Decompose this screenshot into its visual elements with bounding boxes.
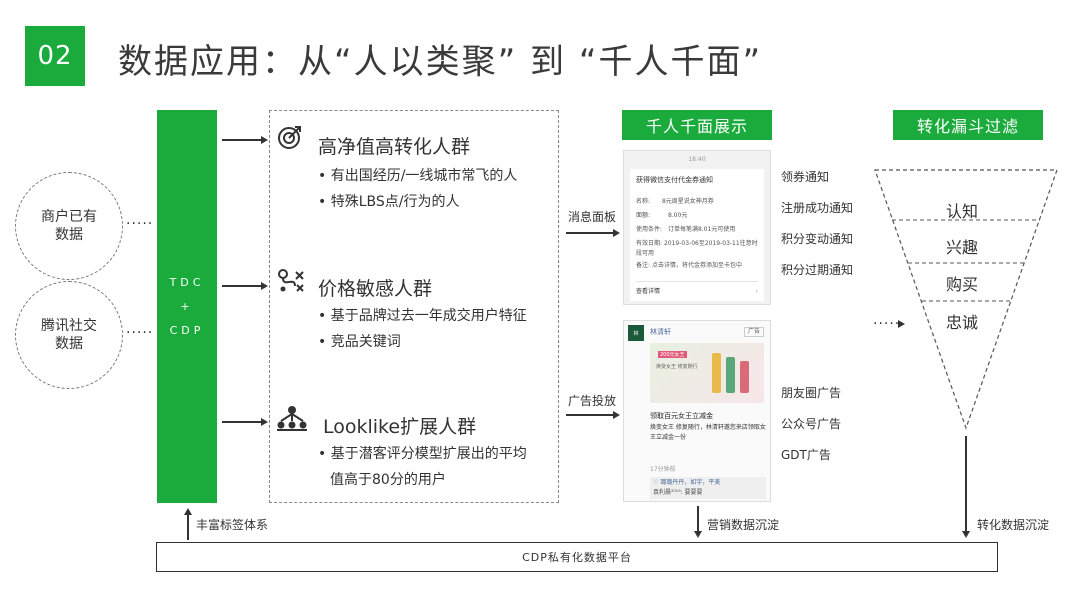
product-bottle-image <box>740 361 749 393</box>
cdp-platform-bar: CDP私有化数据平台 <box>156 542 998 572</box>
notice-row-value: 8.00元 <box>667 212 688 219</box>
channel-ad-label: 广告投放 <box>568 394 617 408</box>
product-bottle-image <box>712 353 721 393</box>
marketing-connector <box>697 506 699 532</box>
notice-row-key: 面额: <box>636 212 651 219</box>
funnel-stage-4: 忠诚 <box>946 313 979 332</box>
tdc-cdp-bar: TDC + CDP <box>157 110 217 503</box>
funnel-stage-3: 购买 <box>946 275 979 294</box>
arrow-to-ad-panel <box>566 414 614 416</box>
notice-row-1: 名称: 8元周星说女神月券 <box>636 197 714 207</box>
ad-image: 200元女王 焕变女王 修复随行 <box>650 343 764 403</box>
route-icon <box>278 269 304 292</box>
group-1-bullet-2: • 特殊LBS点/行为的人 <box>318 194 460 210</box>
notice-item-2: 注册成功通知 <box>781 201 854 215</box>
source-tencent-data: 腾讯社交数据 <box>15 281 123 389</box>
notice-card: 获得微信支付代金券通知 名称: 8元周星说女神月券 面额: 8.00元 使用条件… <box>630 169 764 301</box>
ad-comments: ♡ 璐璐丹丹，如宇，平美 袁利晨²⁰¹⁹: 要要要 <box>650 477 766 499</box>
notice-row-value: 点击详情，将代金券添加至卡包中 <box>651 262 742 269</box>
ad-item-3: GDT广告 <box>781 448 831 462</box>
group-2-bullet-2: • 竞品关键词 <box>318 334 401 350</box>
conversion-connector <box>965 436 967 532</box>
notice-item-3: 积分变动通知 <box>781 232 854 246</box>
ad-card: 林 林清轩 广告 200元女王 焕变女王 修复随行 领取百元女王立减金 焕变女王… <box>624 321 770 501</box>
funnel-stage-2: 兴趣 <box>946 238 979 257</box>
section-number-badge: 02 <box>25 26 85 86</box>
divider <box>636 281 758 282</box>
arrow-to-group-2 <box>222 285 262 287</box>
notice-row-2: 面额: 8.00元 <box>636 211 687 221</box>
arrowhead-down <box>694 531 702 538</box>
people-network-icon <box>277 406 307 431</box>
notice-time: 18:40 <box>688 156 706 163</box>
tdc-line-1: TDC <box>169 275 205 289</box>
ad-body: 焕变女王 修复随行，林清轩邀您来店领取女王立减金一份 <box>650 424 766 441</box>
notice-item-4: 积分过期通知 <box>781 263 854 277</box>
tags-label: 丰富标签体系 <box>196 518 269 532</box>
arrowhead <box>613 411 620 419</box>
group-2-bullet-1: • 基于品牌过去一年成交用户特征 <box>318 308 527 324</box>
channel-message-label: 消息面板 <box>568 210 617 224</box>
brand-logo: 林 <box>628 325 644 341</box>
group-3-bullet-1: • 基于潜客评分模型扩展出的平均 <box>318 446 527 462</box>
ad-headline: 领取百元女王立减金 <box>650 412 713 420</box>
funnel-label: 转化漏斗过滤 <box>893 110 1043 140</box>
group-2-title: 价格敏感人群 <box>318 278 433 300</box>
ad-likes: ♡ 璐璐丹丹，如宇，平美 <box>653 479 721 486</box>
product-bottle-image <box>726 357 735 393</box>
ad-tag: 广告 <box>743 327 764 337</box>
tdc-line-2: + <box>180 299 194 313</box>
display-label: 千人千面展示 <box>622 110 772 140</box>
marketing-label: 营销数据沉淀 <box>707 518 780 532</box>
page-title: 数据应用：从“人以类聚” 到 “千人千面” <box>118 42 763 82</box>
connector-dots: ····· <box>126 325 154 341</box>
group-1-bullet-1: • 有出国经历/一线城市常飞的人 <box>318 168 518 184</box>
chevron-right-icon: › <box>755 288 758 295</box>
target-icon <box>278 126 301 149</box>
ad-item-1: 朋友圈广告 <box>781 386 842 400</box>
notice-phone-mockup: 18:40 获得微信支付代金券通知 名称: 8元周星说女神月券 面额: 8.00… <box>623 150 771 305</box>
notice-item-1: 领券通知 <box>781 170 830 184</box>
arrow-to-group-1 <box>222 139 262 141</box>
funnel-stage-1: 认知 <box>946 202 979 221</box>
arrowhead <box>261 418 268 426</box>
notice-row-4: 有效日期: 2019-03-06至2019-03-11往意时段可用 <box>636 239 760 259</box>
ad-phone-mockup: 林 林清轩 广告 200元女王 焕变女王 修复随行 领取百元女王立减金 焕变女王… <box>623 320 771 502</box>
arrowhead <box>261 136 268 144</box>
connector-dots: ····· <box>126 216 154 232</box>
ad-image-caption: 焕变女王 修复随行 <box>656 364 698 370</box>
notice-row-key: 备注: <box>636 262 651 269</box>
arrowhead-down <box>962 531 970 538</box>
group-3-title: Looklike扩展人群 <box>323 416 477 438</box>
notice-row-5: 备注: 点击详情，将代金券添加至卡包中 <box>636 261 760 271</box>
source-tencent-label: 腾讯社交数据 <box>41 318 97 352</box>
arrow-to-message-panel <box>566 232 614 234</box>
notice-details-link[interactable]: 查看详情 <box>636 287 660 297</box>
ad-image-badge: 200元女王 <box>658 351 687 358</box>
arrowhead <box>613 229 620 237</box>
notice-row-key: 使用条件: <box>636 226 663 233</box>
tdc-line-3: CDP <box>169 323 205 337</box>
ad-item-2: 公众号广告 <box>781 417 842 431</box>
notice-row-3: 使用条件: 订单每笔满8.01元可使用 <box>636 225 735 235</box>
notice-row-value: 8元周星说女神月券 <box>661 198 714 205</box>
conversion-label: 转化数据沉淀 <box>977 518 1050 532</box>
source-merchant-data: 商户已有数据 <box>15 172 123 280</box>
group-1-title: 高净值高转化人群 <box>318 136 471 158</box>
notice-row-key: 有效日期: <box>636 240 663 247</box>
ad-brand-name: 林清轩 <box>650 328 671 336</box>
ad-time: 17分钟前 <box>650 466 676 473</box>
ad-comment: 袁利晨²⁰¹⁹: 要要要 <box>653 489 703 496</box>
source-merchant-label: 商户已有数据 <box>41 209 97 243</box>
arrowhead <box>261 282 268 290</box>
notice-heading: 获得微信支付代金券通知 <box>636 176 713 184</box>
group-3-bullet-2: 值高于80分的用户 <box>330 472 446 488</box>
notice-row-key: 名称: <box>636 198 651 205</box>
notice-row-value: 订单每笔满8.01元可使用 <box>667 226 736 233</box>
arrow-to-group-3 <box>222 421 262 423</box>
tags-connector <box>187 514 189 540</box>
